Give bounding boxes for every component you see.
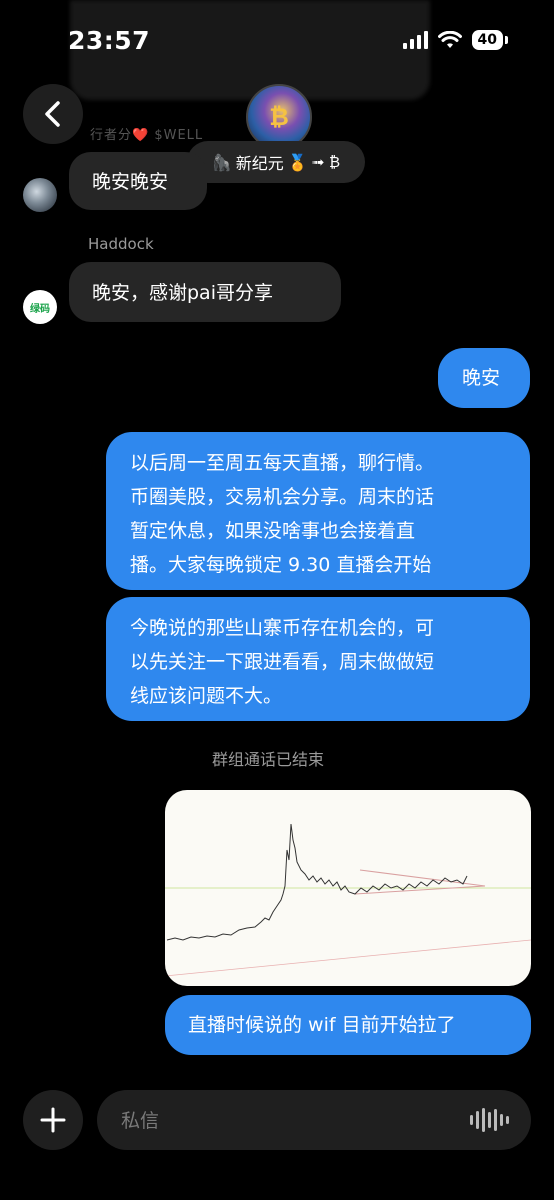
cellular-signal-icon — [402, 31, 428, 49]
outgoing-message[interactable]: 今晚说的那些山寨币存在机会的，可 以先关注一下跟进看看，周末做做短 线应该问题不… — [106, 597, 530, 721]
message-line: 币圈美股，交易机会分享。周末的话 — [130, 486, 435, 508]
incoming-message[interactable]: 晚安，感谢pai哥分享 — [69, 262, 341, 322]
message-text: 晚安 — [462, 367, 501, 389]
system-message: 群组通话已结束 — [212, 750, 325, 769]
price-chart-thumbnail — [165, 823, 531, 977]
group-title-chip[interactable]: 🦍 新纪元 🏅 ➟ ₿ — [187, 141, 365, 183]
chevron-left-icon — [45, 101, 60, 127]
battery-level: 40 — [471, 30, 503, 50]
blurred-sender-name: 行者分❤️ $WELL — [90, 128, 204, 143]
sender-avatar[interactable]: 绿码 — [23, 290, 57, 324]
incoming-message[interactable]: 晚安晚安 — [69, 152, 207, 210]
message-line: 暂定休息，如果没啥事也会接着直 — [130, 520, 416, 542]
status-time: 23:57 — [68, 26, 151, 55]
sparkle-icon: 🏅 — [287, 152, 308, 172]
message-line: 以先关注一下跟进看看，周末做做短 — [130, 651, 435, 673]
sender-name: Haddock — [88, 235, 154, 253]
arrow-bitcoin-icon: ➟ ₿ — [311, 153, 341, 171]
message-text: 晚安晚安 — [92, 171, 169, 193]
message-line: 播。大家每晚锁定 9.30 直播会开始 — [130, 554, 432, 576]
add-attachment-button[interactable] — [23, 1090, 83, 1150]
message-input-bar[interactable] — [97, 1090, 531, 1152]
avatar-label: 绿码 — [30, 303, 50, 315]
message-line: 以后周一至周五每天直播，聊行情。 — [130, 452, 435, 474]
voice-waveform-icon[interactable] — [470, 1108, 509, 1132]
group-name: 新纪元 — [235, 154, 284, 173]
plus-icon — [40, 1107, 66, 1133]
gorilla-icon: 🦍 — [211, 152, 232, 172]
wifi-icon — [437, 31, 462, 48]
sender-avatar[interactable] — [23, 178, 57, 212]
message-input[interactable] — [119, 1090, 463, 1152]
back-button[interactable] — [23, 84, 83, 144]
message-line: 线应该问题不大。 — [130, 685, 283, 707]
outgoing-message[interactable]: 直播时候说的 wif 目前开始拉了 — [165, 995, 531, 1055]
message-line: 今晚说的那些山寨币存在机会的，可 — [130, 617, 435, 639]
group-avatar-glyph: ₿ — [269, 102, 289, 131]
status-icons: 40 — [402, 30, 508, 50]
image-attachment[interactable] — [165, 790, 531, 986]
battery-icon — [505, 36, 508, 44]
outgoing-message[interactable]: 晚安 — [438, 348, 530, 408]
message-text: 晚安，感谢pai哥分享 — [92, 282, 273, 304]
outgoing-message[interactable]: 以后周一至周五每天直播，聊行情。 币圈美股，交易机会分享。周末的话 暂定休息，如… — [106, 432, 530, 590]
message-text: 直播时候说的 wif 目前开始拉了 — [188, 1014, 456, 1036]
